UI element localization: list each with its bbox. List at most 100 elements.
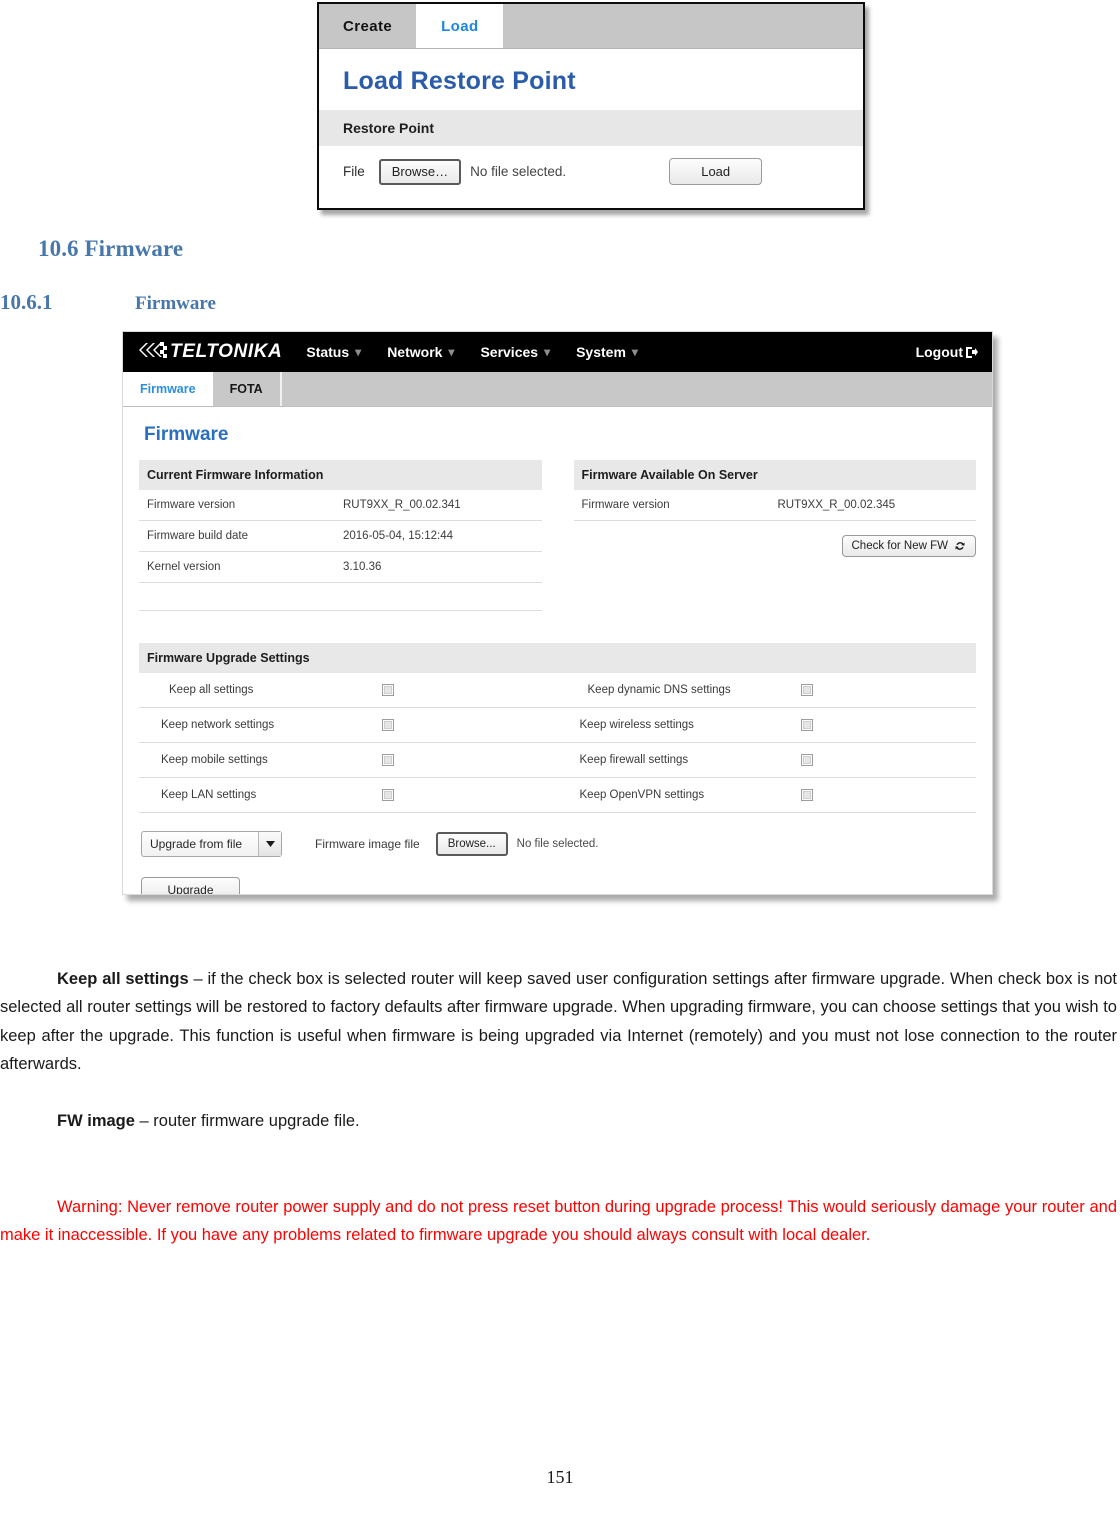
nav-item-network-label: Network: [387, 344, 443, 360]
tab-create[interactable]: Create: [319, 4, 418, 48]
table-row: Firmware version RUT9XX_R_00.02.341: [139, 490, 542, 521]
tab-fota[interactable]: FOTA: [213, 372, 281, 406]
keep-mobile-settings-checkbox[interactable]: [382, 754, 394, 766]
restore-point-section-header: Restore Point: [319, 110, 863, 146]
keep-all-settings-label: Keep all settings: [169, 684, 254, 696]
firmware-page-body: Firmware Current Firmware Information Fi…: [123, 407, 992, 894]
nav-item-status[interactable]: Status ▾: [306, 344, 361, 360]
keep-firewall-settings-label: Keep firewall settings: [579, 754, 689, 766]
kernel-version-value: 3.10.36: [343, 561, 382, 573]
logout-button[interactable]: Logout: [916, 344, 978, 360]
chevron-down-icon: [258, 832, 281, 856]
tab-firmware[interactable]: Firmware: [123, 372, 213, 406]
setting-keep-wireless-settings: Keep wireless settings: [558, 719, 977, 731]
nav-item-system[interactable]: System ▾: [576, 344, 638, 360]
check-fw-row: Check for New FW: [574, 521, 976, 557]
upgrade-source-select[interactable]: Upgrade from file: [141, 831, 282, 857]
tab-fota-label: FOTA: [229, 382, 263, 396]
kernel-version-key: Kernel version: [147, 561, 221, 573]
heading-10-6: 10.6 Firmware: [38, 236, 184, 261]
server-fw-version-key: Firmware version: [581, 499, 670, 511]
heading-10-6-1-number: 10.6.1: [0, 290, 53, 314]
setting-keep-openvpn-settings: Keep OpenVPN settings: [558, 789, 977, 801]
table-row: Kernel version 3.10.36: [139, 552, 542, 583]
restore-tabbar: Create Load: [319, 4, 863, 49]
tab-create-label: Create: [343, 17, 393, 35]
fw-image-description: – router firmware upgrade file.: [134, 1111, 360, 1130]
firmware-page-screenshot: TELTONIKA Status ▾ Network ▾ Services ▾ …: [122, 331, 993, 895]
upgrade-settings-header: Firmware Upgrade Settings: [139, 643, 976, 673]
teltonika-logo: TELTONIKA: [139, 340, 282, 365]
table-row: Firmware version RUT9XX_R_00.02.345: [573, 490, 976, 521]
check-for-new-fw-button[interactable]: Check for New FW: [841, 535, 976, 557]
brand-name: TELTONIKA: [170, 341, 283, 362]
firmware-page-title: Firmware: [144, 424, 229, 445]
keep-firewall-settings-checkbox[interactable]: [800, 754, 813, 766]
restore-file-row: File Browse… No file selected. Load: [319, 146, 863, 197]
keep-lan-settings-label: Keep LAN settings: [161, 789, 257, 801]
firmware-no-file-text: No file selected.: [516, 838, 599, 850]
tab-load[interactable]: Load: [417, 4, 503, 48]
load-restore-point-screenshot: Create Load Load Restore Point Restore P…: [317, 2, 865, 210]
nav-item-services[interactable]: Services ▾: [480, 344, 550, 360]
server-fw-version-value: RUT9XX_R_00.02.345: [777, 499, 896, 511]
firmware-tabbar: Firmware FOTA: [123, 372, 992, 407]
keep-lan-settings-checkbox[interactable]: [382, 789, 394, 801]
chevron-down-icon: ▾: [544, 345, 551, 359]
firmware-image-file-label: Firmware image file: [315, 837, 420, 851]
keep-all-settings-term: Keep all settings: [57, 969, 189, 988]
keep-dynamic-dns-settings-checkbox[interactable]: [800, 684, 813, 696]
chevron-down-icon: ▾: [631, 345, 638, 359]
keep-mobile-settings-label: Keep mobile settings: [161, 754, 268, 766]
current-fw-version-key: Firmware version: [147, 499, 236, 511]
keep-network-settings-label: Keep network settings: [161, 719, 275, 731]
keep-wireless-settings-checkbox[interactable]: [800, 719, 813, 731]
firmware-browse-button[interactable]: Browse...: [435, 832, 508, 856]
current-fw-version-value: RUT9XX_R_00.02.341: [343, 499, 461, 511]
upgrade-button-row: Upgrade: [139, 857, 976, 894]
heading-10-6-1-title: Firmware: [135, 293, 216, 314]
keep-network-settings-checkbox[interactable]: [382, 719, 394, 731]
paragraph-warning: Warning: Never remove router power suppl…: [0, 1197, 1117, 1245]
current-fw-build-date-key: Firmware build date: [147, 530, 248, 542]
setting-keep-firewall-settings: Keep firewall settings: [558, 754, 977, 766]
nav-item-services-label: Services: [480, 344, 539, 360]
page-number: 151: [546, 1467, 574, 1487]
keep-openvpn-settings-label: Keep OpenVPN settings: [579, 789, 705, 801]
tab-firmware-label: Firmware: [140, 382, 196, 396]
chevron-down-icon: ▾: [355, 345, 362, 359]
teltonika-chevron-icon: [139, 340, 169, 365]
check-for-new-fw-label: Check for New FW: [851, 540, 949, 552]
upgrade-button[interactable]: Upgrade: [141, 877, 240, 894]
keep-openvpn-settings-checkbox[interactable]: [800, 789, 813, 801]
server-firmware-header: Firmware Available On Server: [573, 460, 976, 490]
table-row: Keep all settings Keep dynamic DNS setti…: [139, 673, 976, 708]
keep-dynamic-dns-settings-label: Keep dynamic DNS settings: [587, 684, 731, 696]
upgrade-source-select-value: Upgrade from file: [150, 837, 243, 851]
setting-keep-dynamic-dns-settings: Keep dynamic DNS settings: [558, 684, 977, 696]
table-row: Firmware build date 2016-05-04, 15:12:44: [139, 521, 542, 552]
nav-item-status-label: Status: [306, 344, 350, 360]
heading-10-6-1: 10.6.1 Firmware: [0, 290, 400, 315]
setting-keep-lan-settings: Keep LAN settings: [139, 789, 558, 801]
restore-load-button[interactable]: Load: [669, 158, 763, 185]
setting-keep-mobile-settings: Keep mobile settings: [139, 754, 558, 766]
keep-all-settings-checkbox[interactable]: [382, 684, 394, 696]
nav-item-network[interactable]: Network ▾: [387, 344, 454, 360]
paragraph-keep-all-settings: Keep all settings – if the check box is …: [0, 965, 1117, 1079]
current-fw-build-date-value: 2016-05-04, 15:12:44: [343, 530, 453, 542]
paragraph-fw-image: FW image – router firmware upgrade file.: [0, 1107, 1117, 1136]
tabbar-filler: [503, 4, 863, 48]
logout-label: Logout: [915, 344, 963, 360]
fw-image-term: FW image: [57, 1111, 135, 1130]
chevron-down-icon: ▾: [448, 345, 455, 359]
table-row: Keep network settings Keep wireless sett…: [139, 708, 976, 743]
table-row: Keep mobile settings Keep firewall setti…: [139, 743, 976, 778]
firmware-tabbar-filler: [280, 372, 992, 406]
refresh-sync-icon: [954, 540, 966, 552]
setting-keep-network-settings: Keep network settings: [139, 719, 558, 731]
setting-keep-all-settings: Keep all settings: [139, 684, 558, 696]
table-row: Keep LAN settings Keep OpenVPN settings: [139, 778, 976, 813]
logout-exit-icon: [965, 346, 978, 359]
restore-browse-button[interactable]: Browse…: [378, 158, 462, 185]
